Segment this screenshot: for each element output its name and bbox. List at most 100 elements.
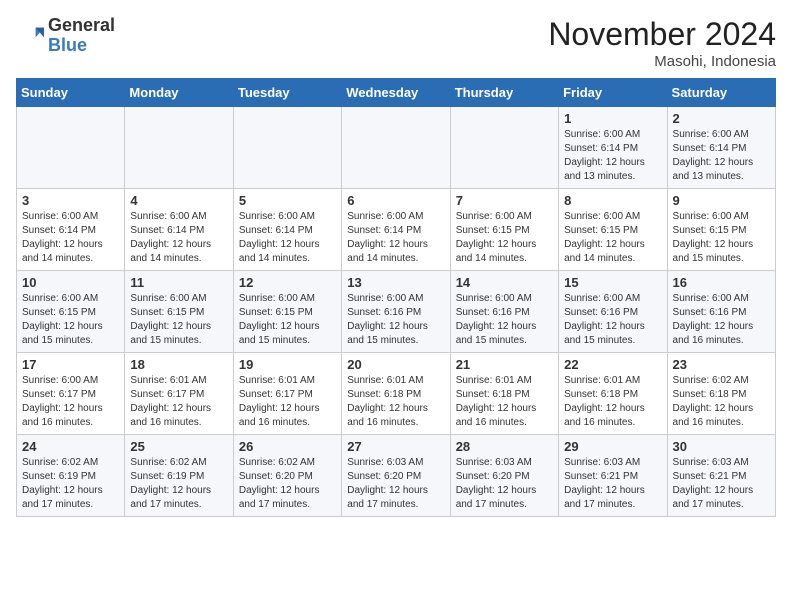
calendar-day-cell: 13 Sunrise: 6:00 AM Sunset: 6:16 PM Dayli…	[342, 271, 450, 353]
calendar-day-cell: 8 Sunrise: 6:00 AM Sunset: 6:15 PM Daylig…	[559, 189, 667, 271]
day-number: 17	[22, 357, 119, 372]
day-number: 19	[239, 357, 336, 372]
calendar-week-row: 17Sunrise: 6:00 AM Sunset: 6:17 PM Dayli…	[17, 353, 776, 435]
day-number: 25	[130, 439, 227, 454]
day-number: 15	[564, 275, 661, 290]
day-info: Sunrise: 6:00 AM Sunset: 6:15 PM Dayligh…	[22, 292, 119, 348]
calendar-week-row: 24 Sunrise: 6:02 AM Sunset: 6:19 PM Dayli…	[17, 435, 776, 517]
calendar-day-cell: 4 Sunrise: 6:00 AM Sunset: 6:14 PM Daylig…	[125, 189, 233, 271]
calendar-day-cell: 26 Sunrise: 6:02 AM Sunset: 6:20 PM Dayli…	[233, 435, 341, 517]
day-info: Sunrise: 6:00 AM Sunset: 6:16 PM Dayligh…	[564, 292, 661, 348]
day-number: 11	[130, 275, 227, 290]
day-number: 26	[239, 439, 336, 454]
weekday-header: Wednesday	[342, 79, 450, 107]
calendar-day-cell	[233, 107, 341, 189]
day-number: 5	[239, 193, 336, 208]
calendar-week-row: 10 Sunrise: 6:00 AM Sunset: 6:15 PM Dayli…	[17, 271, 776, 353]
calendar-body: 1 Sunrise: 6:00 AM Sunset: 6:14 PM Daylig…	[17, 107, 776, 517]
calendar-day-cell: 15 Sunrise: 6:00 AM Sunset: 6:16 PM Dayli…	[559, 271, 667, 353]
calendar-day-cell	[450, 107, 558, 189]
calendar-day-cell: 9Sunrise: 6:00 AM Sunset: 6:15 PM Daylig…	[667, 189, 775, 271]
calendar-day-cell: 5 Sunrise: 6:00 AM Sunset: 6:14 PM Daylig…	[233, 189, 341, 271]
day-info: Sunrise: 6:00 AM Sunset: 6:14 PM Dayligh…	[347, 210, 444, 266]
calendar-day-cell	[342, 107, 450, 189]
calendar-day-cell	[17, 107, 125, 189]
calendar-day-cell: 1Sunrise: 6:00 AM Sunset: 6:14 PM Daylig…	[559, 107, 667, 189]
calendar-day-cell: 6Sunrise: 6:00 AM Sunset: 6:14 PM Daylig…	[342, 189, 450, 271]
day-number: 3	[22, 193, 119, 208]
calendar-day-cell: 14 Sunrise: 6:00 AM Sunset: 6:16 PM Dayli…	[450, 271, 558, 353]
day-number: 24	[22, 439, 119, 454]
day-number: 1	[564, 111, 661, 126]
day-info: Sunrise: 6:01 AM Sunset: 6:17 PM Dayligh…	[130, 374, 227, 430]
calendar-day-cell: 20Sunrise: 6:01 AM Sunset: 6:18 PM Dayli…	[342, 353, 450, 435]
day-number: 18	[130, 357, 227, 372]
day-info: Sunrise: 6:00 AM Sunset: 6:16 PM Dayligh…	[456, 292, 553, 348]
calendar-day-cell: 19 Sunrise: 6:01 AM Sunset: 6:17 PM Dayli…	[233, 353, 341, 435]
weekday-header: Saturday	[667, 79, 775, 107]
logo-text: General Blue	[48, 16, 115, 56]
calendar-day-cell: 2 Sunrise: 6:00 AM Sunset: 6:14 PM Daylig…	[667, 107, 775, 189]
day-number: 28	[456, 439, 553, 454]
day-number: 7	[456, 193, 553, 208]
day-number: 22	[564, 357, 661, 372]
day-number: 27	[347, 439, 444, 454]
calendar-week-row: 3 Sunrise: 6:00 AM Sunset: 6:14 PM Daylig…	[17, 189, 776, 271]
day-info: Sunrise: 6:00 AM Sunset: 6:15 PM Dayligh…	[456, 210, 553, 266]
calendar-day-cell: 23 Sunrise: 6:02 AM Sunset: 6:18 PM Dayli…	[667, 353, 775, 435]
weekday-header: Tuesday	[233, 79, 341, 107]
calendar-day-cell: 28Sunrise: 6:03 AM Sunset: 6:20 PM Dayli…	[450, 435, 558, 517]
day-info: Sunrise: 6:00 AM Sunset: 6:16 PM Dayligh…	[347, 292, 444, 348]
day-info: Sunrise: 6:02 AM Sunset: 6:20 PM Dayligh…	[239, 456, 336, 512]
day-info: Sunrise: 6:00 AM Sunset: 6:15 PM Dayligh…	[673, 210, 770, 266]
day-number: 30	[673, 439, 770, 454]
day-number: 14	[456, 275, 553, 290]
day-number: 12	[239, 275, 336, 290]
weekday-header: Monday	[125, 79, 233, 107]
day-info: Sunrise: 6:01 AM Sunset: 6:17 PM Dayligh…	[239, 374, 336, 430]
day-number: 29	[564, 439, 661, 454]
calendar-day-cell: 29Sunrise: 6:03 AM Sunset: 6:21 PM Dayli…	[559, 435, 667, 517]
day-number: 10	[22, 275, 119, 290]
calendar-day-cell: 3 Sunrise: 6:00 AM Sunset: 6:14 PM Daylig…	[17, 189, 125, 271]
logo-blue: Blue	[48, 35, 87, 55]
calendar-day-cell	[125, 107, 233, 189]
day-info: Sunrise: 6:02 AM Sunset: 6:18 PM Dayligh…	[673, 374, 770, 430]
weekday-header: Sunday	[17, 79, 125, 107]
weekday-header: Thursday	[450, 79, 558, 107]
calendar-week-row: 1 Sunrise: 6:00 AM Sunset: 6:14 PM Daylig…	[17, 107, 776, 189]
calendar-day-cell: 25 Sunrise: 6:02 AM Sunset: 6:19 PM Dayli…	[125, 435, 233, 517]
day-info: Sunrise: 6:01 AM Sunset: 6:18 PM Dayligh…	[456, 374, 553, 430]
calendar-day-cell: 27Sunrise: 6:03 AM Sunset: 6:20 PM Dayli…	[342, 435, 450, 517]
day-info: Sunrise: 6:00 AM Sunset: 6:16 PM Dayligh…	[673, 292, 770, 348]
day-info: Sunrise: 6:01 AM Sunset: 6:18 PM Dayligh…	[564, 374, 661, 430]
weekday-header: Friday	[559, 79, 667, 107]
calendar-header: SundayMondayTuesdayWednesdayThursdayFrid…	[17, 79, 776, 107]
day-info: Sunrise: 6:00 AM Sunset: 6:14 PM Dayligh…	[130, 210, 227, 266]
calendar: SundayMondayTuesdayWednesdayThursdayFrid…	[16, 78, 776, 517]
day-number: 13	[347, 275, 444, 290]
day-number: 4	[130, 193, 227, 208]
location: Masohi, Indonesia	[548, 53, 776, 70]
day-info: Sunrise: 6:00 AM Sunset: 6:15 PM Dayligh…	[130, 292, 227, 348]
day-number: 23	[673, 357, 770, 372]
calendar-day-cell: 21Sunrise: 6:01 AM Sunset: 6:18 PM Dayli…	[450, 353, 558, 435]
logo: General Blue	[16, 16, 115, 56]
calendar-day-cell: 11 Sunrise: 6:00 AM Sunset: 6:15 PM Dayli…	[125, 271, 233, 353]
day-number: 8	[564, 193, 661, 208]
day-number: 16	[673, 275, 770, 290]
day-number: 2	[673, 111, 770, 126]
day-info: Sunrise: 6:00 AM Sunset: 6:14 PM Dayligh…	[22, 210, 119, 266]
day-info: Sunrise: 6:02 AM Sunset: 6:19 PM Dayligh…	[130, 456, 227, 512]
day-info: Sunrise: 6:00 AM Sunset: 6:14 PM Dayligh…	[239, 210, 336, 266]
day-info: Sunrise: 6:00 AM Sunset: 6:15 PM Dayligh…	[564, 210, 661, 266]
day-number: 20	[347, 357, 444, 372]
calendar-day-cell: 10 Sunrise: 6:00 AM Sunset: 6:15 PM Dayli…	[17, 271, 125, 353]
day-info: Sunrise: 6:00 AM Sunset: 6:14 PM Dayligh…	[673, 128, 770, 184]
calendar-day-cell: 16 Sunrise: 6:00 AM Sunset: 6:16 PM Dayli…	[667, 271, 775, 353]
day-info: Sunrise: 6:00 AM Sunset: 6:15 PM Dayligh…	[239, 292, 336, 348]
calendar-day-cell: 17Sunrise: 6:00 AM Sunset: 6:17 PM Dayli…	[17, 353, 125, 435]
title-block: November 2024 Masohi, Indonesia	[548, 16, 776, 70]
calendar-day-cell: 12 Sunrise: 6:00 AM Sunset: 6:15 PM Dayli…	[233, 271, 341, 353]
weekday-row: SundayMondayTuesdayWednesdayThursdayFrid…	[17, 79, 776, 107]
